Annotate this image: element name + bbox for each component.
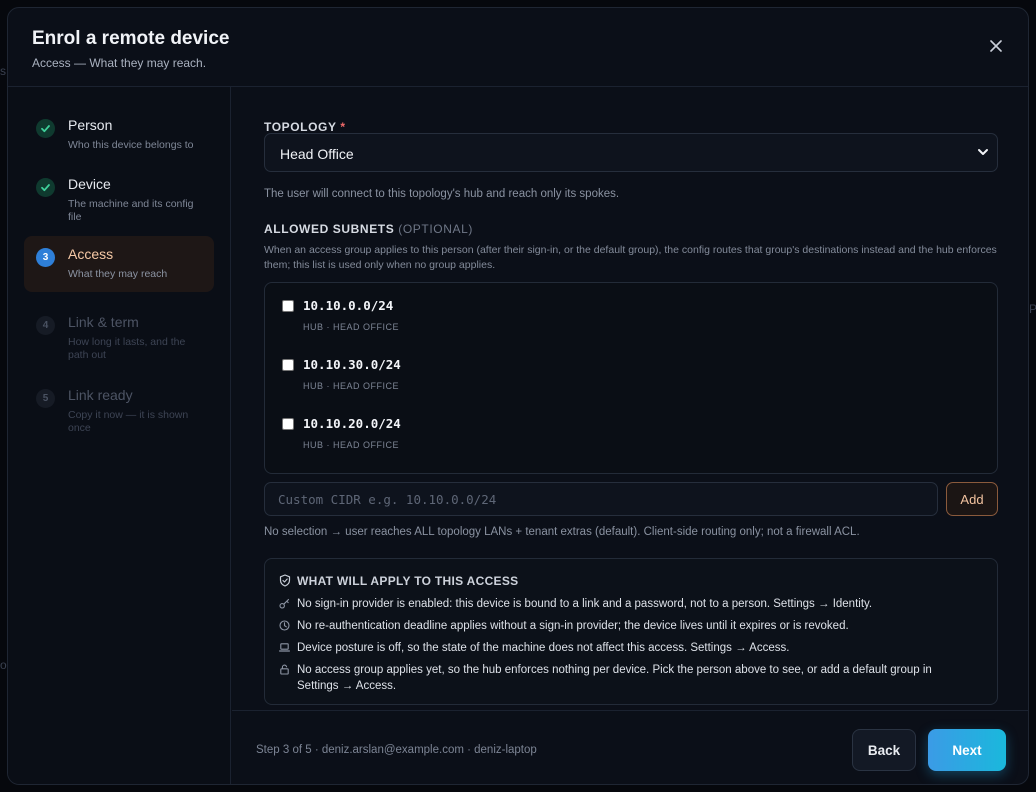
step-number-badge: 5	[36, 389, 55, 408]
subnet-option[interactable]: 10.10.20.0/24 HUB · HEAD OFFICE	[281, 409, 581, 459]
subnet-meta: HUB · HEAD OFFICE	[303, 440, 400, 450]
summary-item-text: Device posture is off, so the state of t…	[297, 642, 790, 654]
step-description: The machine and its config file	[68, 198, 194, 223]
check-icon	[36, 178, 55, 197]
modal-footer: Step 3 of 5 · deniz.arslan@example.com ·…	[232, 710, 1028, 784]
step-number-badge: 3	[36, 248, 55, 267]
lock-icon	[280, 664, 289, 675]
step-label: Access	[68, 246, 114, 262]
step-label: Person	[68, 117, 113, 133]
subnet-checkbox[interactable]	[282, 418, 294, 430]
summary-item-text: No sign-in provider is enabled: this dev…	[297, 598, 873, 610]
step-label: Link ready	[68, 387, 133, 403]
step-number-badge: 4	[36, 316, 55, 335]
add-cidr-button[interactable]: Add	[946, 482, 998, 516]
step-link-term: 4 Link & term How long it lasts, and the…	[24, 304, 214, 366]
subnet-meta: HUB · HEAD OFFICE	[303, 381, 400, 391]
step-link-ready: 5 Link ready Copy it now — it is shown o…	[24, 377, 214, 439]
custom-cidr-input[interactable]	[264, 482, 938, 516]
back-button[interactable]: Back	[852, 729, 916, 771]
modal-header: Enrol a remote device Access — What they…	[8, 8, 1028, 87]
subnets-note: No selection → user reaches ALL topology…	[264, 526, 860, 538]
subnet-meta: HUB · HEAD OFFICE	[303, 322, 400, 332]
background-fragment: P	[1029, 302, 1036, 316]
step-device[interactable]: Device The machine and its config file	[24, 166, 214, 226]
access-form: TOPOLOGY * Head Office The user will con…	[232, 87, 1028, 710]
summary-title: WHAT WILL APPLY TO THIS ACCESS	[297, 574, 519, 588]
modal-subtitle: Access — What they may reach.	[32, 56, 207, 70]
topology-label: TOPOLOGY *	[264, 120, 346, 134]
step-description: How long it lasts, and the path out	[68, 336, 186, 361]
subnet-checkbox[interactable]	[282, 359, 294, 371]
subnet-cidr: 10.10.20.0/24	[303, 416, 401, 431]
topology-label-text: TOPOLOGY	[264, 120, 337, 134]
topology-selected-value: Head Office	[280, 146, 354, 162]
summary-item-text: No access group applies yet, so the hub …	[297, 664, 932, 692]
step-access[interactable]: 3 Access What they may reach	[24, 236, 214, 292]
subnets-label-text: ALLOWED SUBNETS	[264, 222, 395, 236]
subnet-option[interactable]: 10.10.0.0/24 HUB · HEAD OFFICE	[281, 291, 581, 341]
enrol-device-modal: Enrol a remote device Access — What they…	[7, 7, 1029, 785]
laptop-icon	[279, 643, 290, 652]
subnets-label: ALLOWED SUBNETS (OPTIONAL)	[264, 222, 473, 236]
access-summary-panel: WHAT WILL APPLY TO THIS ACCESS No sign-i…	[264, 558, 998, 705]
close-icon	[990, 40, 1002, 52]
subnet-cidr: 10.10.30.0/24	[303, 357, 401, 372]
optional-tag: (OPTIONAL)	[398, 222, 473, 236]
clock-icon	[279, 620, 290, 631]
subnet-checklist: 10.10.0.0/24 HUB · HEAD OFFICE 10.10.30.…	[264, 282, 998, 474]
close-button[interactable]	[986, 36, 1006, 56]
background-fragment: s	[0, 64, 6, 78]
step-label: Link & term	[68, 314, 139, 330]
subnet-cidr: 10.10.0.0/24	[303, 298, 394, 313]
subnets-description: When an access group applies to this per…	[264, 244, 997, 271]
step-description: Copy it now — it is shown once	[68, 409, 189, 434]
step-description: What they may reach	[68, 268, 168, 280]
next-button[interactable]: Next	[928, 729, 1006, 771]
step-description: Who this device belongs to	[68, 139, 194, 151]
subnet-checkbox[interactable]	[282, 300, 294, 312]
step-person[interactable]: Person Who this device belongs to	[24, 107, 214, 159]
wizard-steps-sidebar: Person Who this device belongs to Device…	[8, 87, 231, 784]
modal-title: Enrol a remote device	[32, 28, 230, 49]
topology-help: The user will connect to this topology's…	[264, 188, 620, 200]
check-icon	[36, 119, 55, 138]
topology-select[interactable]: Head Office	[264, 133, 998, 172]
summary-item-text: No re-authentication deadline applies wi…	[297, 620, 849, 632]
step-label: Device	[68, 176, 111, 192]
key-icon	[279, 598, 290, 609]
background-fragment: o	[0, 658, 7, 672]
chevron-down-icon	[978, 149, 988, 155]
footer-status: Step 3 of 5 · deniz.arslan@example.com ·…	[256, 744, 537, 756]
shield-icon	[279, 574, 291, 587]
required-mark: *	[340, 120, 346, 134]
subnet-option[interactable]: 10.10.30.0/24 HUB · HEAD OFFICE	[281, 350, 581, 400]
